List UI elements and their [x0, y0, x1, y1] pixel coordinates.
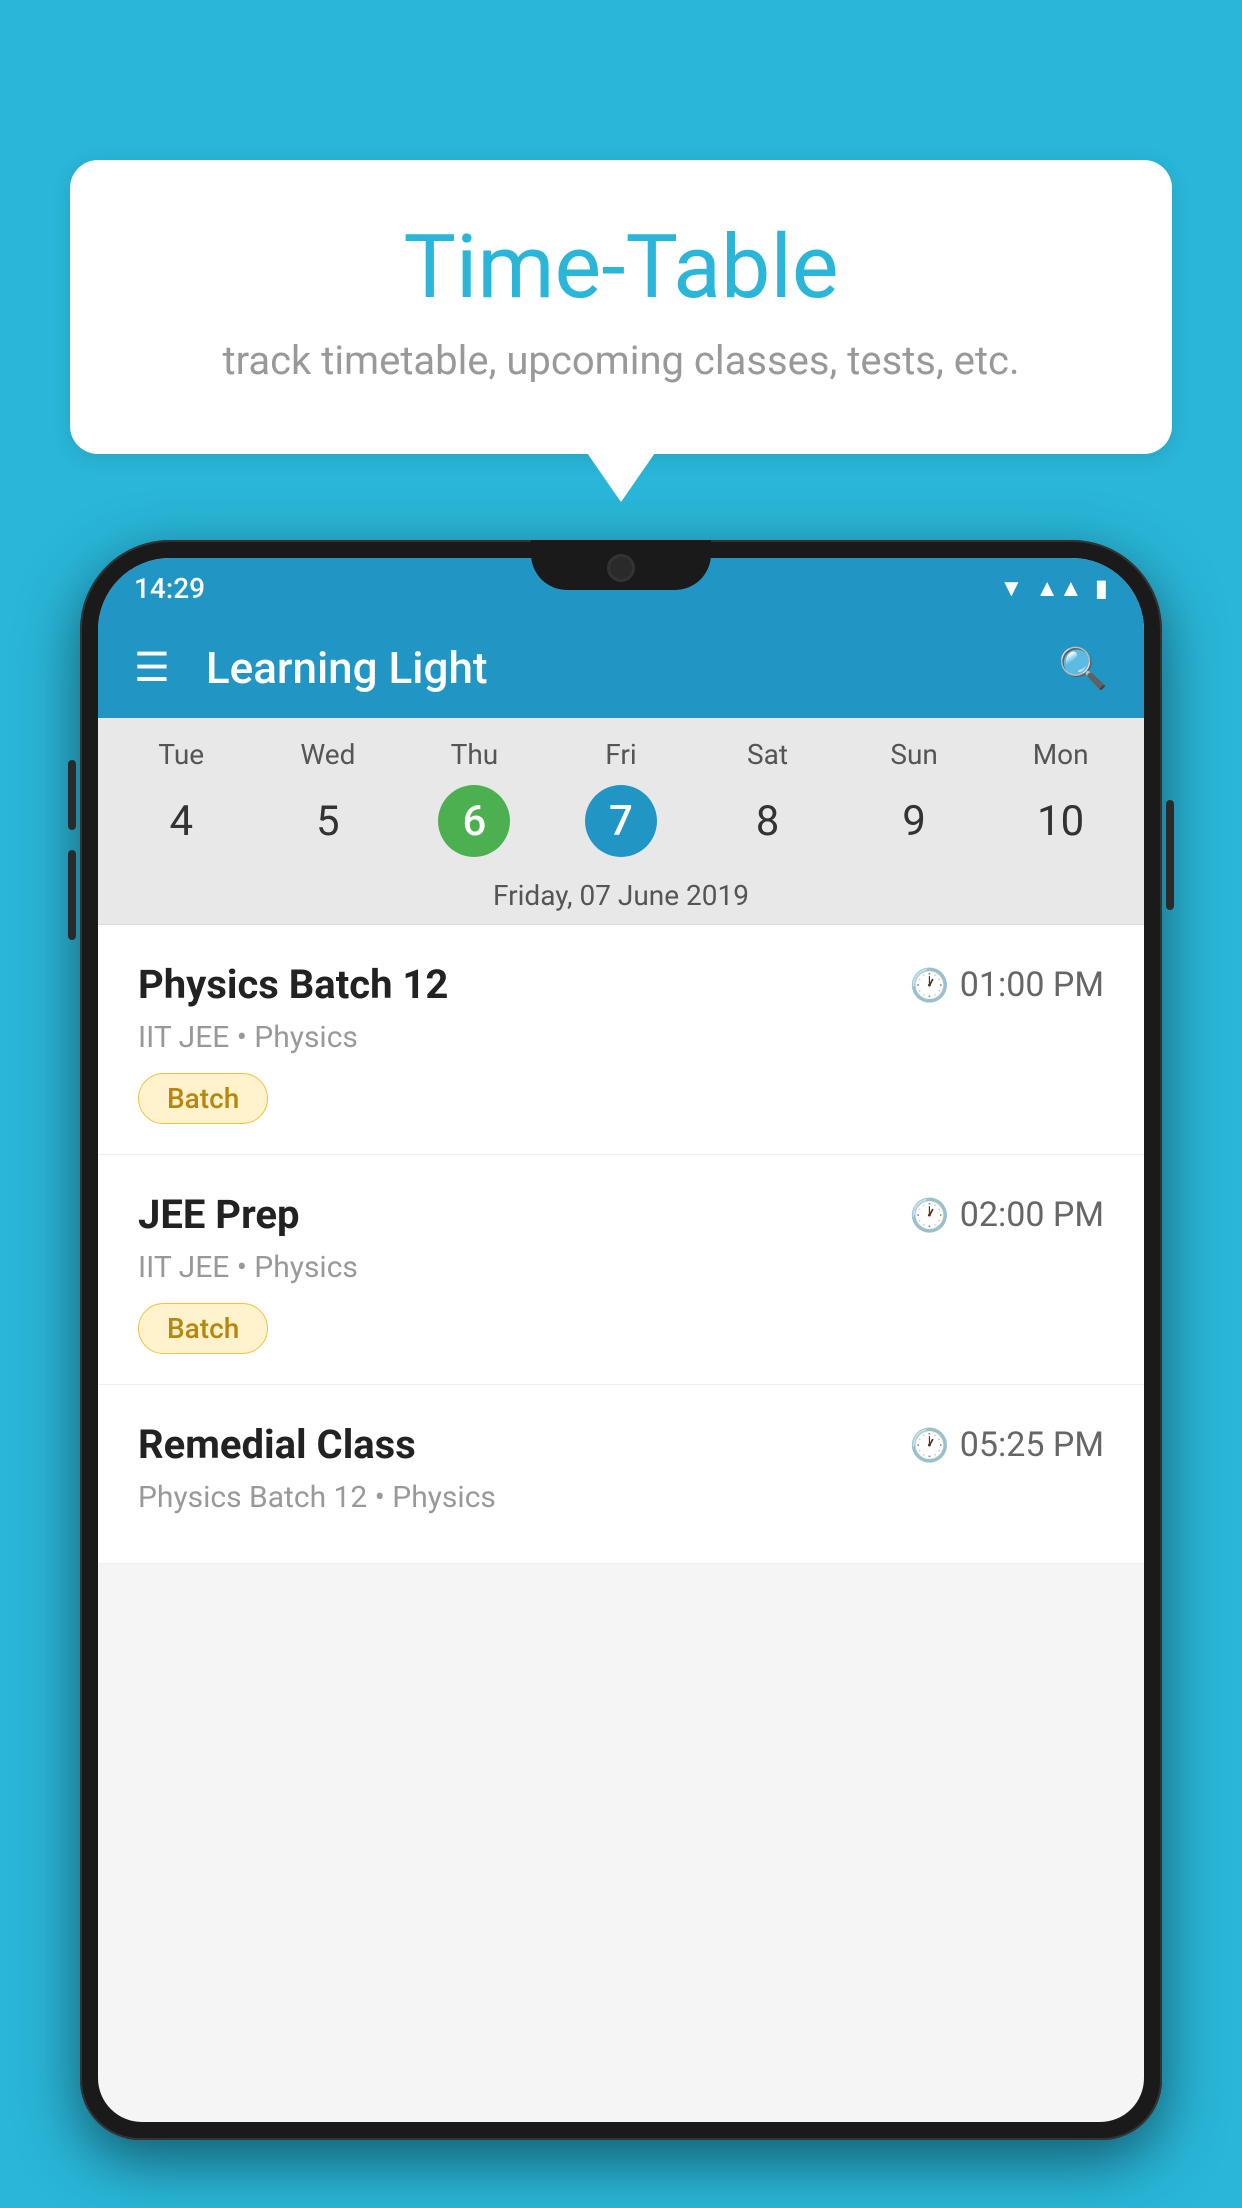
batch-badge: Batch: [138, 1073, 268, 1124]
volume-up-button: [68, 760, 76, 830]
status-icons: ▼ ▲▲ ▮: [1000, 574, 1109, 603]
schedule-row-top: Physics Batch 12 🕐 01:00 PM: [138, 961, 1104, 1008]
battery-icon: ▮: [1095, 574, 1108, 602]
phone-frame: 14:29 ▼ ▲▲ ▮ ☰ Learning Light 🔍 Tue 4 Wed 5…: [80, 540, 1162, 2208]
calendar-day-header: Tue 4 Wed 5 Thu 6 Fri 7 Sat 8 Sun 9 Mon 10: [98, 718, 1144, 867]
schedule-name: Remedial Class: [138, 1421, 416, 1468]
day-name: Wed: [300, 738, 355, 771]
schedule-meta: IIT JEE • Physics: [138, 1250, 1104, 1285]
batch-badge: Batch: [138, 1303, 268, 1354]
app-bar: ☰ Learning Light 🔍: [98, 618, 1144, 718]
day-col-fri[interactable]: Fri 7: [561, 738, 681, 857]
schedule-name: JEE Prep: [138, 1191, 299, 1238]
day-name: Fri: [605, 738, 636, 771]
search-icon[interactable]: 🔍: [1058, 645, 1108, 692]
day-number: 5: [292, 785, 364, 857]
schedule-item[interactable]: Physics Batch 12 🕐 01:00 PM IIT JEE • Ph…: [98, 925, 1144, 1155]
day-number: 7: [585, 785, 657, 857]
bubble-title: Time-Table: [150, 220, 1092, 317]
status-time: 14:29: [134, 572, 205, 605]
day-name: Thu: [451, 738, 499, 771]
day-col-mon[interactable]: Mon 10: [1001, 738, 1121, 857]
schedule-item[interactable]: Remedial Class 🕐 05:25 PM Physics Batch …: [98, 1385, 1144, 1564]
volume-down-button: [68, 850, 76, 940]
clock-icon: 🕐: [910, 1426, 950, 1464]
day-number: 9: [878, 785, 950, 857]
day-col-tue[interactable]: Tue 4: [121, 738, 241, 857]
schedule-row-top: Remedial Class 🕐 05:25 PM: [138, 1421, 1104, 1468]
schedule-list: Physics Batch 12 🕐 01:00 PM IIT JEE • Ph…: [98, 925, 1144, 1564]
day-number: 8: [732, 785, 804, 857]
front-camera: [607, 554, 635, 582]
day-col-wed[interactable]: Wed 5: [268, 738, 388, 857]
day-number: 10: [1025, 785, 1097, 857]
clock-icon: 🕐: [910, 966, 950, 1004]
day-name: Tue: [158, 738, 204, 771]
selected-date-label: Friday, 07 June 2019: [98, 867, 1144, 925]
bubble-subtitle: track timetable, upcoming classes, tests…: [150, 337, 1092, 384]
day-name: Sat: [747, 738, 788, 771]
day-col-thu[interactable]: Thu 6: [414, 738, 534, 857]
clock-icon: 🕐: [910, 1196, 950, 1234]
day-name: Mon: [1033, 738, 1089, 771]
wifi-icon: ▼: [1000, 574, 1024, 603]
schedule-time: 🕐 02:00 PM: [910, 1195, 1104, 1235]
day-col-sat[interactable]: Sat 8: [708, 738, 828, 857]
power-button: [1166, 800, 1174, 910]
speech-bubble: Time-Table track timetable, upcoming cla…: [70, 160, 1172, 454]
app-title: Learning Light: [206, 642, 1022, 694]
day-col-sun[interactable]: Sun 9: [854, 738, 974, 857]
signal-icon: ▲▲: [1035, 574, 1083, 603]
speech-bubble-container: Time-Table track timetable, upcoming cla…: [70, 160, 1172, 454]
hamburger-icon[interactable]: ☰: [134, 648, 170, 688]
schedule-time: 🕐 01:00 PM: [910, 965, 1104, 1005]
schedule-meta: IIT JEE • Physics: [138, 1020, 1104, 1055]
schedule-meta: Physics Batch 12 • Physics: [138, 1480, 1104, 1515]
schedule-name: Physics Batch 12: [138, 961, 448, 1008]
phone-screen: 14:29 ▼ ▲▲ ▮ ☰ Learning Light 🔍 Tue 4 Wed 5…: [98, 558, 1144, 2122]
day-number: 4: [145, 785, 217, 857]
day-name: Sun: [890, 738, 938, 771]
phone-notch: [531, 540, 711, 590]
phone-outer: 14:29 ▼ ▲▲ ▮ ☰ Learning Light 🔍 Tue 4 Wed 5…: [80, 540, 1162, 2140]
schedule-time: 🕐 05:25 PM: [910, 1425, 1104, 1465]
day-number: 6: [438, 785, 510, 857]
schedule-item[interactable]: JEE Prep 🕐 02:00 PM IIT JEE • Physics Ba…: [98, 1155, 1144, 1385]
schedule-row-top: JEE Prep 🕐 02:00 PM: [138, 1191, 1104, 1238]
